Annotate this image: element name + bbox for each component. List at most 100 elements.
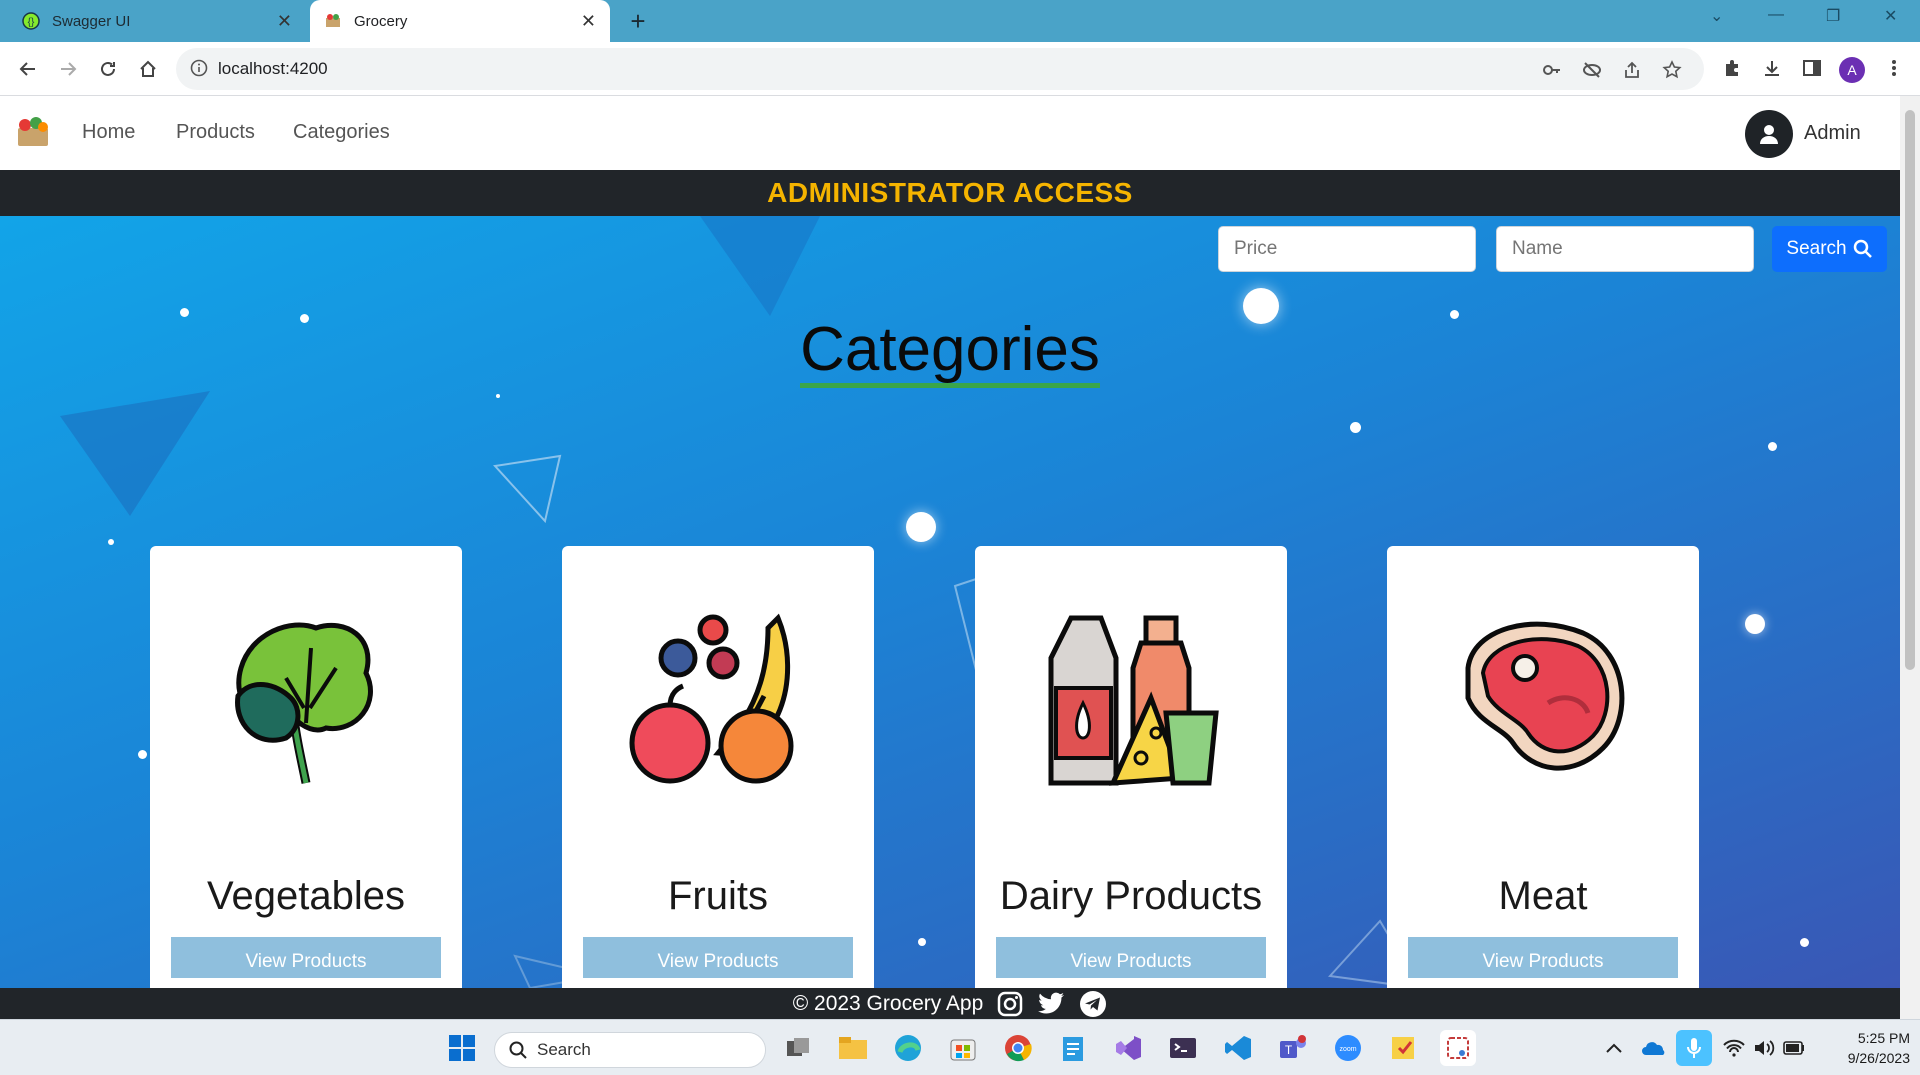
tab-search-chevron-icon[interactable]: ⌄: [1710, 6, 1723, 26]
star-dot: [1800, 938, 1809, 947]
search-icon: [1853, 239, 1872, 258]
taskbar-search-label: Search: [537, 1040, 591, 1059]
close-window-icon[interactable]: ✕: [1884, 6, 1897, 26]
store-icon[interactable]: [945, 1030, 981, 1066]
download-icon[interactable]: [1760, 56, 1784, 80]
bookmark-star-icon[interactable]: [1661, 59, 1683, 81]
system-clock[interactable]: 5:25 PM 9/26/2023: [1800, 1028, 1910, 1068]
forward-icon[interactable]: [52, 53, 84, 85]
share-icon[interactable]: [1621, 59, 1643, 81]
back-icon[interactable]: [12, 53, 44, 85]
terminal-icon[interactable]: [1165, 1030, 1201, 1066]
category-card-partial: [975, 978, 1287, 988]
taskbar-search[interactable]: Search: [494, 1032, 766, 1068]
windows-start-icon[interactable]: [444, 1030, 480, 1066]
restore-icon[interactable]: ❐: [1826, 6, 1840, 26]
twitter-icon[interactable]: [1037, 992, 1065, 1016]
swagger-icon: {}: [22, 12, 40, 30]
price-search-input[interactable]: [1218, 226, 1476, 272]
instagram-icon[interactable]: [997, 991, 1023, 1017]
telegram-icon[interactable]: [1079, 990, 1107, 1018]
category-card-dairy: Dairy Products View Products: [975, 546, 1287, 988]
page-viewport: Home Products Categories Admin ADMINISTR…: [0, 96, 1920, 1019]
vegetable-icon: [235, 622, 373, 784]
app-logo-icon[interactable]: [14, 112, 52, 150]
file-explorer-icon[interactable]: [835, 1030, 871, 1066]
chrome-icon[interactable]: [1000, 1030, 1036, 1066]
user-avatar-icon[interactable]: [1745, 110, 1793, 158]
new-tab-button[interactable]: +: [622, 5, 654, 37]
page-title: Categories: [0, 314, 1900, 388]
meat-icon: [1465, 621, 1625, 771]
eye-off-icon[interactable]: [1581, 59, 1603, 81]
categories-section: Search Categories Vegetables View Produc…: [0, 216, 1900, 988]
search-button[interactable]: Search: [1772, 226, 1887, 272]
tab-title: Grocery: [354, 12, 408, 30]
close-tab-icon[interactable]: ✕: [581, 11, 596, 32]
clock-date: 9/26/2023: [1847, 1050, 1910, 1066]
kebab-menu-icon[interactable]: [1882, 56, 1906, 80]
tab-title: Swagger UI: [52, 12, 131, 30]
tab-swagger[interactable]: {} Swagger UI ✕: [8, 0, 306, 42]
task-view-icon[interactable]: [780, 1030, 816, 1066]
name-search-input[interactable]: [1496, 226, 1754, 272]
fruits-icon: [629, 613, 794, 784]
category-card-fruits: Fruits View Products: [562, 546, 874, 988]
search-button-label: Search: [1786, 238, 1847, 259]
grocery-favicon-icon: [324, 12, 342, 30]
windows-taskbar: Search T zoom 5:25 PM 9/26/2023: [0, 1019, 1920, 1075]
star-dot: [1350, 422, 1361, 433]
home-icon[interactable]: [132, 53, 164, 85]
reload-icon[interactable]: [92, 53, 124, 85]
edge-icon[interactable]: [890, 1030, 926, 1066]
category-name: Dairy Products: [999, 874, 1263, 918]
star-dot: [108, 539, 114, 545]
nav-products[interactable]: Products: [176, 121, 255, 144]
key-icon[interactable]: [1541, 59, 1563, 81]
category-name: Vegetables: [207, 874, 405, 918]
site-info-icon[interactable]: [190, 59, 208, 82]
notepad-icon[interactable]: [1055, 1030, 1091, 1066]
close-tab-icon[interactable]: ✕: [277, 11, 292, 32]
app-navbar: Home Products Categories Admin: [0, 96, 1900, 170]
sticky-notes-icon[interactable]: [1385, 1030, 1421, 1066]
extensions-icon[interactable]: [1720, 56, 1744, 80]
nav-categories[interactable]: Categories: [293, 121, 390, 144]
browser-toolbar: localhost:4200 A: [0, 42, 1920, 96]
snipping-tool-icon[interactable]: [1440, 1030, 1476, 1066]
page-title-text: Categories: [800, 317, 1100, 388]
scrollbar-thumb[interactable]: [1905, 110, 1915, 670]
svg-text:T: T: [1285, 1043, 1293, 1057]
chevron-up-icon[interactable]: [1596, 1030, 1632, 1066]
clock-time: 5:25 PM: [1857, 1030, 1910, 1046]
tab-grocery[interactable]: Grocery ✕: [310, 0, 610, 42]
user-name[interactable]: Admin: [1804, 122, 1861, 145]
visual-studio-icon[interactable]: [1110, 1030, 1146, 1066]
footer-copyright: © 2023 Grocery App: [792, 991, 984, 1015]
zoom-icon[interactable]: zoom: [1330, 1030, 1366, 1066]
admin-access-banner: ADMINISTRATOR ACCESS: [0, 170, 1900, 216]
dairy-icon: [1048, 615, 1219, 786]
vscode-icon[interactable]: [1220, 1030, 1256, 1066]
star-dot: [496, 394, 500, 398]
url-text: localhost:4200: [218, 59, 328, 78]
category-name: Fruits: [668, 874, 768, 918]
category-name: Meat: [1498, 874, 1588, 918]
category-card-meat: Meat View Products: [1387, 546, 1699, 988]
svg-text:{}: {}: [28, 17, 35, 28]
star-dot: [138, 750, 147, 759]
profile-avatar[interactable]: A: [1839, 57, 1865, 83]
search-icon: [509, 1041, 527, 1059]
onedrive-icon[interactable]: [1636, 1030, 1672, 1066]
side-panel-icon[interactable]: [1800, 56, 1824, 80]
address-bar[interactable]: localhost:4200: [176, 48, 1704, 90]
star-dot: [918, 938, 926, 946]
microphone-icon[interactable]: [1676, 1030, 1712, 1066]
minimize-icon[interactable]: —: [1768, 6, 1784, 24]
app-footer: © 2023 Grocery App: [0, 988, 1900, 1019]
category-card-vegetables: Vegetables View Products: [150, 546, 462, 988]
teams-icon[interactable]: T: [1275, 1030, 1311, 1066]
category-card-partial: [1387, 978, 1699, 988]
nav-home[interactable]: Home: [82, 121, 135, 144]
glow-dot: [906, 512, 936, 542]
